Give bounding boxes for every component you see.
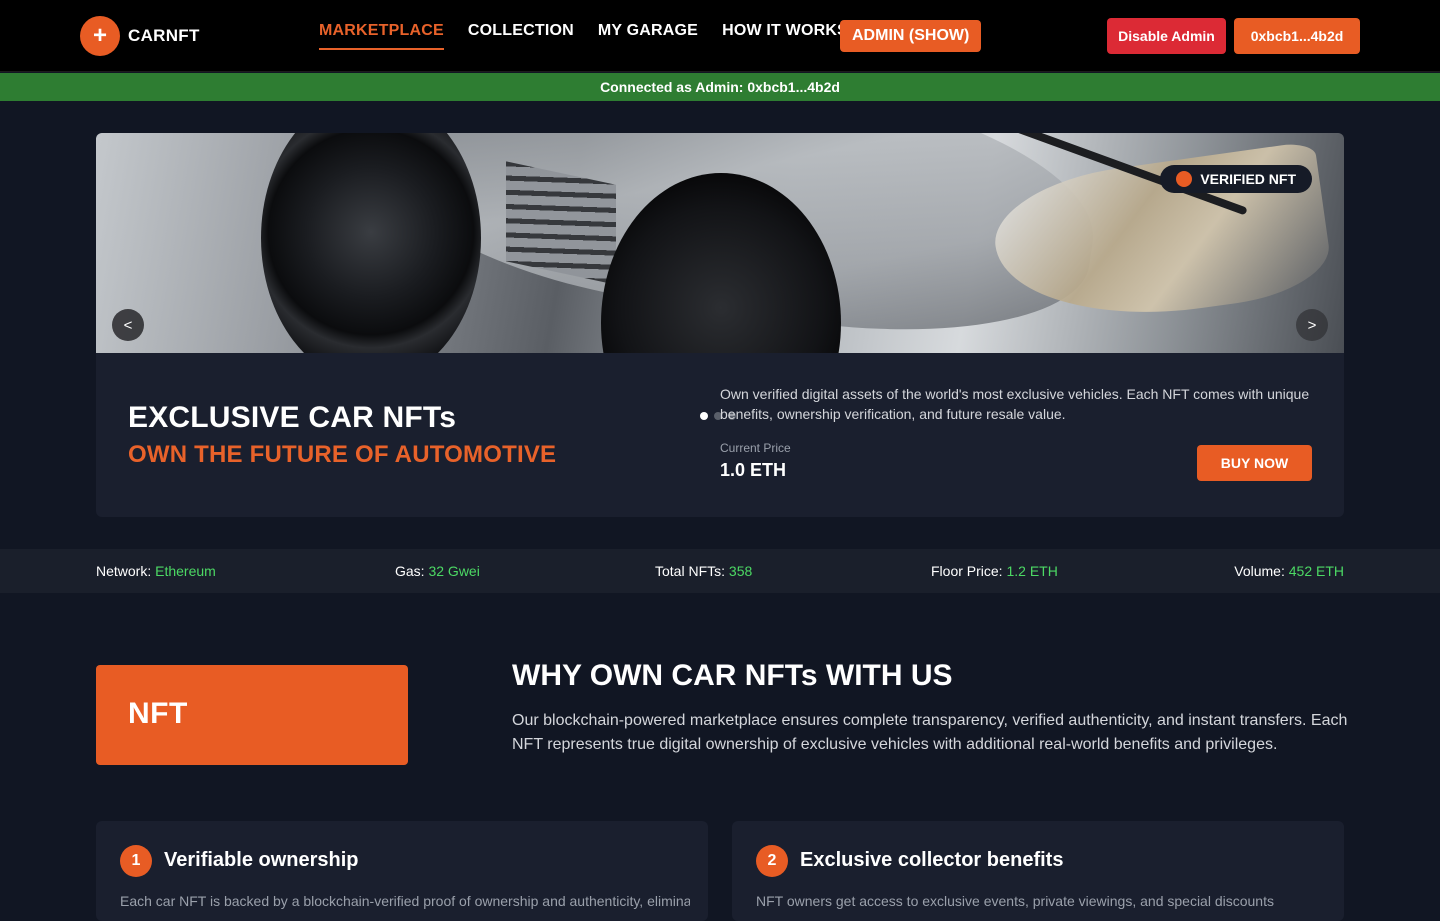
step-number-badge: 2 [756, 845, 788, 877]
feature-card-title: Exclusive collector benefits [800, 849, 1064, 871]
stat-volume-value: 452 ETH [1288, 563, 1344, 579]
verified-badge-label: VERIFIED NFT [1200, 171, 1296, 187]
stat-gas-label: Gas: [395, 563, 425, 579]
plus-icon: + [80, 16, 120, 56]
nav-how-it-works[interactable]: HOW IT WORKS [722, 22, 848, 50]
carousel-dot[interactable] [700, 412, 708, 420]
stat-gas-value: 32 Gwei [428, 563, 480, 579]
market-stats-bar: Network: Ethereum Gas: 32 Gwei Total NFT… [0, 549, 1440, 593]
feature-card-title: Verifiable ownership [164, 849, 359, 871]
stat-network: Network: Ethereum [96, 563, 216, 579]
main-nav: MARKETPLACE COLLECTION MY GARAGE HOW IT … [319, 22, 848, 50]
admin-show-button[interactable]: ADMIN (SHOW) [840, 20, 982, 52]
buy-now-button[interactable]: BUY NOW [1197, 445, 1312, 481]
verified-nft-badge: VERIFIED NFT [1160, 165, 1312, 193]
price-label: Current Price [720, 441, 791, 455]
nft-block-label: NFT [128, 697, 188, 730]
nav-collection[interactable]: COLLECTION [468, 22, 574, 50]
hero-content: EXCLUSIVE CAR NFTs OWN THE FUTURE OF AUT… [96, 353, 1344, 517]
feature-card-body: NFT owners get access to exclusive event… [756, 893, 1274, 909]
stat-total-label: Total NFTs: [655, 563, 726, 579]
nav-marketplace[interactable]: MARKETPLACE [319, 22, 444, 50]
feature-card-body: Each car NFT is backed by a blockchain-v… [120, 893, 690, 909]
car-front-wheel [261, 133, 481, 353]
hero-subtitle: OWN THE FUTURE OF AUTOMOTIVE [128, 441, 557, 468]
carousel-next-button[interactable]: > [1296, 309, 1328, 341]
why-section-description: Our blockchain-powered marketplace ensur… [512, 712, 1348, 753]
nft-feature-block: NFT [96, 665, 408, 765]
stat-volume: Volume: 452 ETH [1234, 563, 1344, 579]
top-nav-bar: + CARNFT MARKETPLACE COLLECTION MY GARAG… [0, 0, 1440, 72]
wallet-address-button[interactable]: 0xbcb1...4b2d [1234, 18, 1360, 54]
feature-card: 1 Verifiable ownership Each car NFT is b… [96, 821, 708, 921]
hero-car-image: VERIFIED NFT < > [96, 133, 1344, 353]
stat-volume-label: Volume: [1234, 563, 1285, 579]
carousel-prev-button[interactable]: < [112, 309, 144, 341]
hero-description: Own verified digital assets of the world… [720, 386, 1310, 422]
stat-network-label: Network: [96, 563, 152, 579]
stat-total-nfts: Total NFTs: 358 [655, 563, 752, 579]
verified-dot-icon [1176, 171, 1193, 187]
disable-admin-button[interactable]: Disable Admin [1107, 18, 1226, 54]
stat-network-value: Ethereum [155, 563, 216, 579]
brand-logo[interactable]: + CARNFT [80, 16, 200, 56]
stat-gas: Gas: 32 Gwei [395, 563, 480, 579]
why-section-title: WHY OWN CAR NFTs WITH US [512, 659, 953, 692]
stat-total-value: 358 [728, 563, 753, 579]
step-number-badge: 1 [120, 845, 152, 877]
hero-title: EXCLUSIVE CAR NFTs [128, 401, 457, 434]
feature-card: 2 Exclusive collector benefits NFT owner… [732, 821, 1344, 921]
stat-floor-value: 1.2 ETH [1006, 563, 1058, 579]
price-value: 1.0 ETH [720, 460, 787, 480]
stat-floor-label: Floor Price: [931, 563, 1003, 579]
nav-my-garage[interactable]: MY GARAGE [598, 22, 698, 50]
admin-status-bar: Connected as Admin: 0xbcb1...4b2d [0, 73, 1440, 101]
stat-floor-price: Floor Price: 1.2 ETH [931, 563, 1058, 579]
brand-name: CARNFT [128, 26, 200, 45]
hero-carousel: VERIFIED NFT < > EXCLUSIVE CAR NFTs OWN … [96, 133, 1344, 517]
